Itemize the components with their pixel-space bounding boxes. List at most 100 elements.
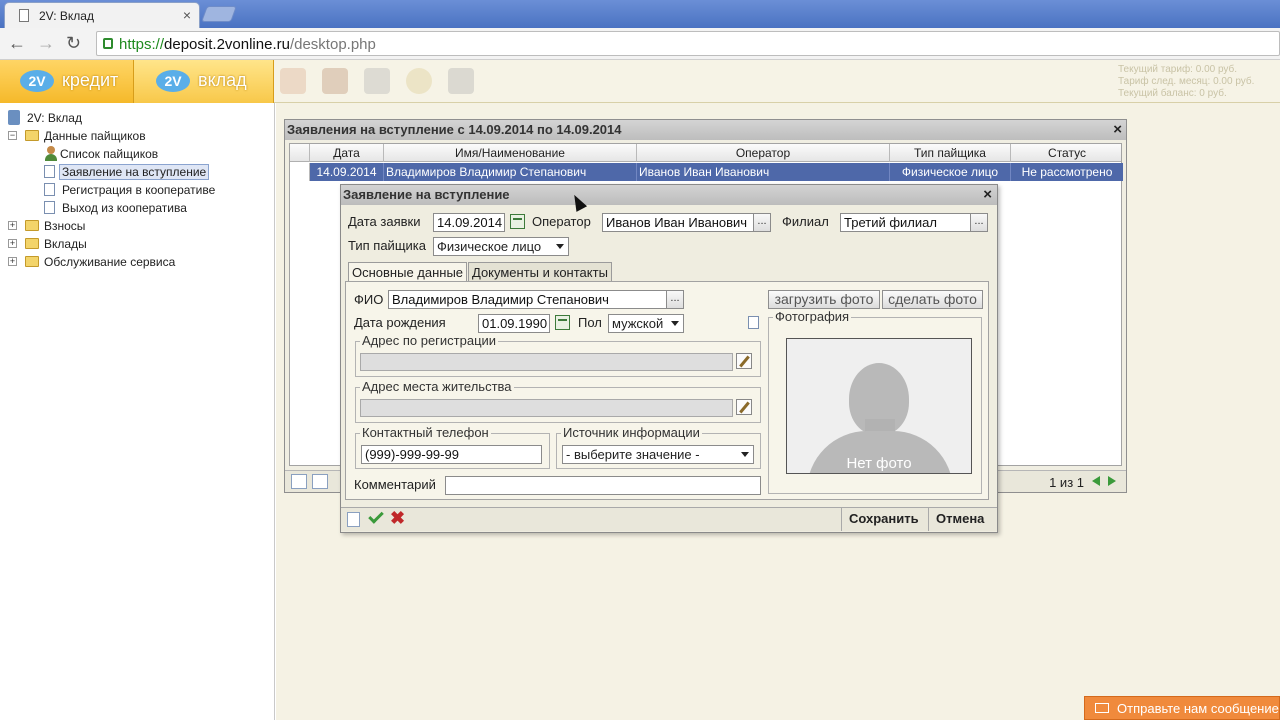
calculator-icon[interactable]	[448, 68, 474, 94]
page-icon	[44, 201, 55, 214]
comment-field[interactable]	[445, 476, 761, 495]
branch-picker-button[interactable]: ...	[970, 213, 988, 232]
address-bar[interactable]: https://deposit.2vonline.ru/desktop.php	[96, 31, 1280, 56]
column-header[interactable]: Оператор	[637, 144, 890, 162]
photo-legend: Фотография	[773, 309, 852, 324]
fio-label: ФИО	[354, 292, 384, 307]
date-field[interactable]: 14.09.2014	[433, 213, 505, 232]
page-icon	[19, 9, 29, 22]
tariff-info: Текущий тариф: 0.00 руб. Тариф след. мес…	[1118, 64, 1255, 99]
close-icon[interactable]: ×	[983, 186, 992, 203]
deposit-module-button[interactable]: 2V вклад	[134, 60, 274, 103]
no-photo-text: Нет фото	[846, 455, 912, 472]
edit-pencil-icon[interactable]	[736, 399, 752, 415]
page-icon	[44, 165, 55, 178]
dob-field[interactable]: 01.09.1990	[478, 314, 550, 333]
dialog-footer: ✖ Сохранить Отмена	[341, 507, 997, 531]
calendar-icon[interactable]	[510, 214, 525, 229]
expand-icon[interactable]: +	[8, 239, 17, 248]
edit-pencil-icon[interactable]	[736, 353, 752, 369]
fio-field[interactable]: Владимиров Владимир Степанович	[388, 290, 667, 309]
collapse-icon[interactable]: −	[8, 131, 17, 140]
dob-label: Дата рождения	[354, 315, 446, 330]
fio-picker-button[interactable]: ...	[666, 290, 684, 309]
new-document-icon[interactable]	[347, 512, 360, 527]
app-header: 2V кредит 2V вклад	[0, 60, 1280, 103]
prev-page-icon[interactable]	[1092, 476, 1100, 486]
close-icon[interactable]: ×	[1113, 121, 1122, 138]
feedback-button[interactable]: Отправьте нам сообщение	[1084, 696, 1280, 720]
row-handle-header	[290, 144, 310, 162]
operator-picker-button[interactable]: ...	[753, 213, 771, 232]
table-cell: 14.09.2014	[310, 163, 384, 181]
reg-address-legend: Адрес по регистрации	[360, 333, 499, 348]
expand-icon[interactable]: +	[8, 221, 17, 230]
calendar-icon[interactable]	[555, 315, 570, 330]
coin-icon[interactable]	[406, 68, 432, 94]
new-tab-button[interactable]	[201, 6, 237, 22]
window-title: Заявления на вступление с 14.09.2014 по …	[287, 122, 622, 137]
tab-close-button[interactable]: ×	[183, 7, 191, 23]
tab-documents[interactable]: Документы и контакты	[468, 262, 612, 282]
source-legend: Источник информации	[561, 425, 702, 440]
phone-legend: Контактный телефон	[360, 425, 491, 440]
operator-field[interactable]: Иванов Иван Иванович	[602, 213, 754, 232]
branch-field[interactable]: Третий филиал	[840, 213, 971, 232]
sex-select[interactable]: мужской	[608, 314, 684, 333]
folder-icon	[25, 256, 39, 267]
shareholder-type-label: Тип пайщика	[348, 238, 426, 253]
browser-tab[interactable]: 2V: Вклад ×	[4, 2, 200, 28]
table-cell: Владимиров Владимир Степанович	[384, 163, 637, 181]
column-header[interactable]: Дата	[310, 144, 384, 162]
chevron-down-icon	[671, 321, 679, 326]
pager-text: 1 из 1	[1049, 475, 1084, 490]
live-address-field	[360, 399, 733, 417]
column-header[interactable]: Статус	[1011, 144, 1123, 162]
user-icon[interactable]	[322, 68, 348, 94]
reject-cross-icon[interactable]: ✖	[390, 509, 405, 527]
credit-module-button[interactable]: 2V кредит	[0, 60, 134, 103]
approve-check-icon[interactable]	[368, 508, 384, 524]
mail-icon	[1095, 703, 1109, 713]
forward-button[interactable]: →	[37, 33, 55, 54]
save-button[interactable]: Сохранить	[841, 508, 926, 531]
1c-icon[interactable]	[280, 68, 306, 94]
window-titlebar[interactable]: Заявления на вступление с 14.09.2014 по …	[285, 120, 1126, 140]
cancel-button[interactable]: Отмена	[928, 508, 991, 531]
back-button[interactable]: ←	[8, 33, 26, 54]
tab-main-data[interactable]: Основные данные	[348, 262, 468, 283]
document-icon[interactable]	[364, 68, 390, 94]
upload-photo-button[interactable]: загрузить фото	[768, 290, 880, 309]
phone-field[interactable]: (999)-999-99-99	[361, 445, 542, 464]
dialog-titlebar[interactable]: Заявление на вступление ×	[341, 185, 997, 205]
column-header[interactable]: Тип пайщика	[890, 144, 1011, 162]
browser-tabstrip: 2V: Вклад ×	[0, 0, 1280, 28]
lock-icon	[103, 38, 113, 49]
card-icon[interactable]	[748, 316, 759, 329]
table-cell: Иванов Иван Иванович	[637, 163, 890, 181]
operator-label: Оператор	[532, 214, 591, 229]
folder-icon	[25, 220, 39, 231]
edit-icon[interactable]	[312, 474, 328, 489]
branch-label: Филиал	[782, 214, 829, 229]
add-icon[interactable]	[291, 474, 307, 489]
table-header: Дата Имя/Наименование Оператор Тип пайщи…	[290, 144, 1121, 162]
chevron-down-icon	[741, 452, 749, 457]
shareholder-type-select[interactable]: Физическое лицо	[433, 237, 569, 256]
dialog-title: Заявление на вступление	[343, 187, 510, 202]
take-photo-button[interactable]: сделать фото	[882, 290, 983, 309]
url-text: https://deposit.2vonline.ru/desktop.php	[119, 36, 376, 53]
next-page-icon[interactable]	[1108, 476, 1116, 486]
photo-placeholder: Нет фото	[786, 338, 972, 474]
reload-button[interactable]: ↻	[66, 33, 81, 54]
table-cell: Физическое лицо	[890, 163, 1011, 181]
logo-2v-icon: 2V	[20, 70, 54, 92]
date-label: Дата заявки	[348, 214, 421, 229]
table-row[interactable]: 14.09.2014 Владимиров Владимир Степанови…	[290, 163, 1123, 181]
reg-address-field	[360, 353, 733, 371]
deposit-label: вклад	[198, 70, 247, 90]
expand-icon[interactable]: +	[8, 257, 17, 266]
source-select[interactable]: - выберите значение -	[562, 445, 754, 464]
folder-icon	[25, 238, 39, 249]
column-header[interactable]: Имя/Наименование	[384, 144, 637, 162]
